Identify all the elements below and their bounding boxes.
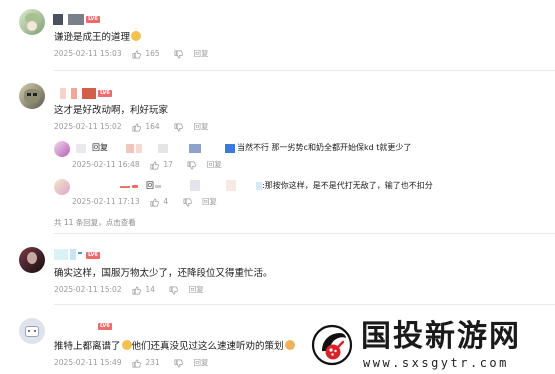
- mention-name[interactable]: [189, 144, 201, 153]
- username[interactable]: [53, 14, 63, 25]
- comment-item: LV6 确实这样，国服万物太少了，还降段位又得重忙活。 2025-02-11 1…: [0, 234, 555, 304]
- username[interactable]: [76, 144, 86, 153]
- username[interactable]: [120, 186, 130, 188]
- face-emoji-icon: [121, 340, 132, 350]
- level-badge: [132, 185, 138, 188]
- watermark-title: 国投新游网: [361, 319, 521, 354]
- mention-name[interactable]: [158, 144, 168, 153]
- watermark-logo-icon: [308, 321, 356, 369]
- thumbs-down-icon[interactable]: [169, 286, 179, 295]
- mention-name[interactable]: [126, 144, 134, 153]
- comment-text-tail: 他们还真没见过这么速速听劝的策划: [131, 341, 284, 352]
- thumbs-up-icon[interactable]: [132, 359, 141, 368]
- username[interactable]: [70, 249, 76, 260]
- username[interactable]: [68, 14, 84, 25]
- comment-item: LV6 这才是好改动啊，利好玩家 2025-02-11 15:02 164 回复…: [0, 71, 555, 231]
- reply-item: 回复 当然不行 那一劣势c和奶全都开始保kd t就更少了 2025-02-11 …: [54, 139, 554, 173]
- like-count: 231: [145, 358, 160, 367]
- thumbs-down-icon[interactable]: [174, 50, 183, 59]
- level-badge: LV6: [86, 252, 100, 259]
- like-count: 165: [145, 49, 160, 58]
- site-watermark: 国投新游网 www.sxsgytr.com: [305, 318, 555, 374]
- reply-label: 回: [146, 181, 154, 190]
- level-badge: LV6: [98, 90, 112, 97]
- reply-item: 回 :那按你这样，是不是代打无敌了，输了也不扣分 2025-02-11 17:1…: [54, 177, 554, 211]
- view-more-replies-link[interactable]: 共 11 条回复，点击查看: [54, 218, 136, 228]
- username[interactable]: [54, 249, 68, 260]
- thumbs-down-icon[interactable]: [183, 198, 192, 207]
- avatar[interactable]: [19, 83, 45, 109]
- timestamp: 2025-02-11 15:49: [54, 358, 122, 367]
- thumbs-up-icon[interactable]: [150, 161, 159, 170]
- comment-item: LV6 谦逊是成王的道理 2025-02-11 15:03 165 回复: [0, 0, 555, 70]
- thumbs-up-icon[interactable]: [132, 123, 141, 132]
- comment-meta: 2025-02-11 15:02 14 回复: [54, 285, 204, 295]
- mention-name[interactable]: [155, 185, 161, 188]
- comment-meta: 2025-02-11 15:02 164 回复: [54, 122, 208, 132]
- comment-text: 这才是好改动啊，利好玩家: [54, 105, 169, 116]
- mention-name[interactable]: [225, 144, 235, 153]
- avatar[interactable]: [54, 179, 70, 195]
- like-count: 17: [163, 160, 173, 169]
- comment-text: 推特上都离谱了 他们还真没见过这么速速听劝的策划: [54, 340, 295, 353]
- username[interactable]: [82, 88, 96, 99]
- watermark-url: www.sxsgytr.com: [363, 356, 509, 370]
- thumbs-down-icon[interactable]: [174, 123, 183, 132]
- thumbs-up-icon[interactable]: [132, 50, 141, 59]
- like-count: 4: [163, 197, 169, 206]
- reply-meta: 2025-02-11 16:48 17 回复: [72, 160, 222, 170]
- thumbs-down-icon[interactable]: [174, 359, 183, 368]
- timestamp: 2025-02-11 16:48: [72, 160, 140, 169]
- reply-label: 回复: [92, 143, 108, 152]
- avatar[interactable]: [54, 141, 70, 157]
- cat-emoji-icon: [284, 340, 295, 350]
- reply-button[interactable]: 回复: [189, 285, 204, 295]
- reply-button[interactable]: 回复: [193, 49, 208, 59]
- reply-button[interactable]: 回复: [193, 358, 208, 368]
- timestamp: 2025-02-11 15:02: [54, 122, 122, 131]
- reply-text: :那按你这样，是不是代打无敌了，输了也不扣分: [262, 181, 433, 190]
- timestamp: 2025-02-11 17:13: [72, 197, 140, 206]
- username[interactable]: [71, 88, 77, 99]
- avatar[interactable]: [19, 9, 45, 35]
- comment-meta: 2025-02-11 15:03 165 回复: [54, 49, 208, 59]
- like-count: 14: [145, 285, 155, 294]
- level-badge: LV6: [86, 16, 100, 23]
- avatar[interactable]: [19, 318, 45, 344]
- username[interactable]: [78, 252, 82, 254]
- comment-text: 确实这样，国服万物太少了，还降段位又得重忙活。: [54, 268, 273, 279]
- timestamp: 2025-02-11 15:02: [54, 285, 122, 294]
- like-count: 164: [145, 122, 160, 131]
- reply-meta: 2025-02-11 17:13 4 回复: [72, 197, 217, 207]
- smile-emoji-icon: [131, 31, 142, 41]
- username[interactable]: [60, 88, 66, 99]
- comment-meta: 2025-02-11 15:49 231 回复: [54, 358, 208, 368]
- level-badge: LV6: [98, 323, 112, 330]
- mention-name[interactable]: [136, 144, 142, 153]
- mention-name[interactable]: [190, 180, 200, 191]
- mention-name[interactable]: [226, 180, 236, 191]
- thumbs-up-icon[interactable]: [150, 198, 159, 207]
- reply-button[interactable]: 回复: [207, 160, 222, 170]
- thumbs-up-icon[interactable]: [132, 286, 141, 295]
- comment-text-body: 谦逊是成王的道理: [54, 32, 131, 43]
- comment-text: 谦逊是成王的道理: [54, 31, 142, 44]
- comment-text-body: 推特上都离谱了: [54, 341, 121, 352]
- avatar[interactable]: [19, 247, 45, 273]
- reply-button[interactable]: 回复: [202, 197, 217, 207]
- timestamp: 2025-02-11 15:03: [54, 49, 122, 58]
- reply-text: 当然不行 那一劣势c和奶全都开始保kd t就更少了: [237, 143, 412, 152]
- thumbs-down-icon[interactable]: [187, 161, 197, 170]
- reply-button[interactable]: 回复: [193, 122, 208, 132]
